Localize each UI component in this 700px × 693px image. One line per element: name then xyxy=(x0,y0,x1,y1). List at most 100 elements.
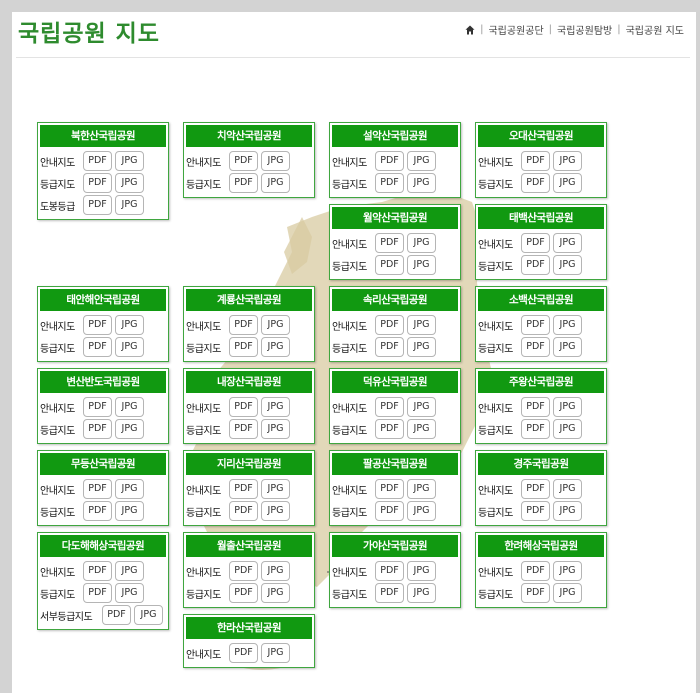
pdf-download-button[interactable]: PDF xyxy=(375,501,404,521)
park-card: 한라산국립공원 안내지도 PDF JPG xyxy=(183,614,315,668)
pdf-download-button[interactable]: PDF xyxy=(375,255,404,275)
jpg-download-button[interactable]: JPG xyxy=(553,255,582,275)
pdf-download-button[interactable]: PDF xyxy=(521,173,550,193)
pdf-download-button[interactable]: PDF xyxy=(229,479,258,499)
jpg-download-button[interactable]: JPG xyxy=(261,419,290,439)
pdf-download-button[interactable]: PDF xyxy=(102,605,131,625)
pdf-download-button[interactable]: PDF xyxy=(375,479,404,499)
pdf-download-button[interactable]: PDF xyxy=(229,419,258,439)
jpg-download-button[interactable]: JPG xyxy=(553,419,582,439)
jpg-download-button[interactable]: JPG xyxy=(553,479,582,499)
pdf-download-button[interactable]: PDF xyxy=(375,173,404,193)
park-card: 경주국립공원 안내지도 PDF JPG 등급지도 PDF JPG xyxy=(475,450,607,526)
pdf-download-button[interactable]: PDF xyxy=(521,233,550,253)
pdf-download-button[interactable]: PDF xyxy=(521,337,550,357)
jpg-download-button[interactable]: JPG xyxy=(115,501,144,521)
jpg-download-button[interactable]: JPG xyxy=(261,501,290,521)
pdf-download-button[interactable]: PDF xyxy=(83,583,112,603)
jpg-download-button[interactable]: JPG xyxy=(261,643,290,663)
pdf-download-button[interactable]: PDF xyxy=(521,315,550,335)
pdf-download-button[interactable]: PDF xyxy=(521,255,550,275)
pdf-download-button[interactable]: PDF xyxy=(521,561,550,581)
pdf-download-button[interactable]: PDF xyxy=(83,479,112,499)
jpg-download-button[interactable]: JPG xyxy=(261,479,290,499)
pdf-download-button[interactable]: PDF xyxy=(521,151,550,171)
jpg-download-button[interactable]: JPG xyxy=(407,315,436,335)
jpg-download-button[interactable]: JPG xyxy=(261,397,290,417)
jpg-download-button[interactable]: JPG xyxy=(553,233,582,253)
pdf-download-button[interactable]: PDF xyxy=(521,583,550,603)
jpg-download-button[interactable]: JPG xyxy=(115,337,144,357)
jpg-download-button[interactable]: JPG xyxy=(407,337,436,357)
pdf-download-button[interactable]: PDF xyxy=(229,315,258,335)
pdf-download-button[interactable]: PDF xyxy=(229,397,258,417)
pdf-download-button[interactable]: PDF xyxy=(229,151,258,171)
jpg-download-button[interactable]: JPG xyxy=(553,501,582,521)
jpg-download-button[interactable]: JPG xyxy=(261,561,290,581)
jpg-download-button[interactable]: JPG xyxy=(134,605,163,625)
pdf-download-button[interactable]: PDF xyxy=(521,397,550,417)
pdf-download-button[interactable]: PDF xyxy=(229,561,258,581)
jpg-download-button[interactable]: JPG xyxy=(115,583,144,603)
pdf-download-button[interactable]: PDF xyxy=(375,397,404,417)
park-card: 한려해상국립공원 안내지도 PDF JPG 등급지도 PDF JPG xyxy=(475,532,607,608)
jpg-download-button[interactable]: JPG xyxy=(407,255,436,275)
pdf-download-button[interactable]: PDF xyxy=(229,501,258,521)
pdf-download-button[interactable]: PDF xyxy=(83,501,112,521)
map-type-label: 등급지도 xyxy=(332,261,367,273)
jpg-download-button[interactable]: JPG xyxy=(261,315,290,335)
jpg-download-button[interactable]: JPG xyxy=(115,195,144,215)
jpg-download-button[interactable]: JPG xyxy=(115,173,144,193)
jpg-download-button[interactable]: JPG xyxy=(553,315,582,335)
jpg-download-button[interactable]: JPG xyxy=(407,501,436,521)
jpg-download-button[interactable]: JPG xyxy=(553,583,582,603)
pdf-download-button[interactable]: PDF xyxy=(229,173,258,193)
map-type-label: 등급지도 xyxy=(40,179,75,191)
jpg-download-button[interactable]: JPG xyxy=(261,583,290,603)
pdf-download-button[interactable]: PDF xyxy=(375,315,404,335)
jpg-download-button[interactable]: JPG xyxy=(115,151,144,171)
jpg-download-button[interactable]: JPG xyxy=(407,233,436,253)
jpg-download-button[interactable]: JPG xyxy=(407,151,436,171)
pdf-download-button[interactable]: PDF xyxy=(375,233,404,253)
jpg-download-button[interactable]: JPG xyxy=(553,337,582,357)
pdf-download-button[interactable]: PDF xyxy=(83,195,112,215)
pdf-download-button[interactable]: PDF xyxy=(83,337,112,357)
pdf-download-button[interactable]: PDF xyxy=(375,561,404,581)
jpg-download-button[interactable]: JPG xyxy=(261,337,290,357)
jpg-download-button[interactable]: JPG xyxy=(115,561,144,581)
jpg-download-button[interactable]: JPG xyxy=(407,419,436,439)
pdf-download-button[interactable]: PDF xyxy=(375,337,404,357)
pdf-download-button[interactable]: PDF xyxy=(229,643,258,663)
jpg-download-button[interactable]: JPG xyxy=(407,479,436,499)
jpg-download-button[interactable]: JPG xyxy=(115,397,144,417)
pdf-download-button[interactable]: PDF xyxy=(521,479,550,499)
jpg-download-button[interactable]: JPG xyxy=(553,561,582,581)
map-row: 안내지도 PDF JPG xyxy=(184,396,314,418)
pdf-download-button[interactable]: PDF xyxy=(521,419,550,439)
jpg-download-button[interactable]: JPG xyxy=(115,479,144,499)
jpg-download-button[interactable]: JPG xyxy=(261,173,290,193)
jpg-download-button[interactable]: JPG xyxy=(407,561,436,581)
pdf-download-button[interactable]: PDF xyxy=(83,419,112,439)
pdf-download-button[interactable]: PDF xyxy=(83,151,112,171)
jpg-download-button[interactable]: JPG xyxy=(261,151,290,171)
jpg-download-button[interactable]: JPG xyxy=(553,397,582,417)
pdf-download-button[interactable]: PDF xyxy=(375,419,404,439)
jpg-download-button[interactable]: JPG xyxy=(407,173,436,193)
jpg-download-button[interactable]: JPG xyxy=(115,315,144,335)
pdf-download-button[interactable]: PDF xyxy=(229,337,258,357)
pdf-download-button[interactable]: PDF xyxy=(83,561,112,581)
jpg-download-button[interactable]: JPG xyxy=(407,583,436,603)
pdf-download-button[interactable]: PDF xyxy=(83,315,112,335)
jpg-download-button[interactable]: JPG xyxy=(407,397,436,417)
pdf-download-button[interactable]: PDF xyxy=(83,397,112,417)
jpg-download-button[interactable]: JPG xyxy=(553,151,582,171)
jpg-download-button[interactable]: JPG xyxy=(115,419,144,439)
pdf-download-button[interactable]: PDF xyxy=(229,583,258,603)
pdf-download-button[interactable]: PDF xyxy=(83,173,112,193)
pdf-download-button[interactable]: PDF xyxy=(521,501,550,521)
pdf-download-button[interactable]: PDF xyxy=(375,583,404,603)
pdf-download-button[interactable]: PDF xyxy=(375,151,404,171)
jpg-download-button[interactable]: JPG xyxy=(553,173,582,193)
